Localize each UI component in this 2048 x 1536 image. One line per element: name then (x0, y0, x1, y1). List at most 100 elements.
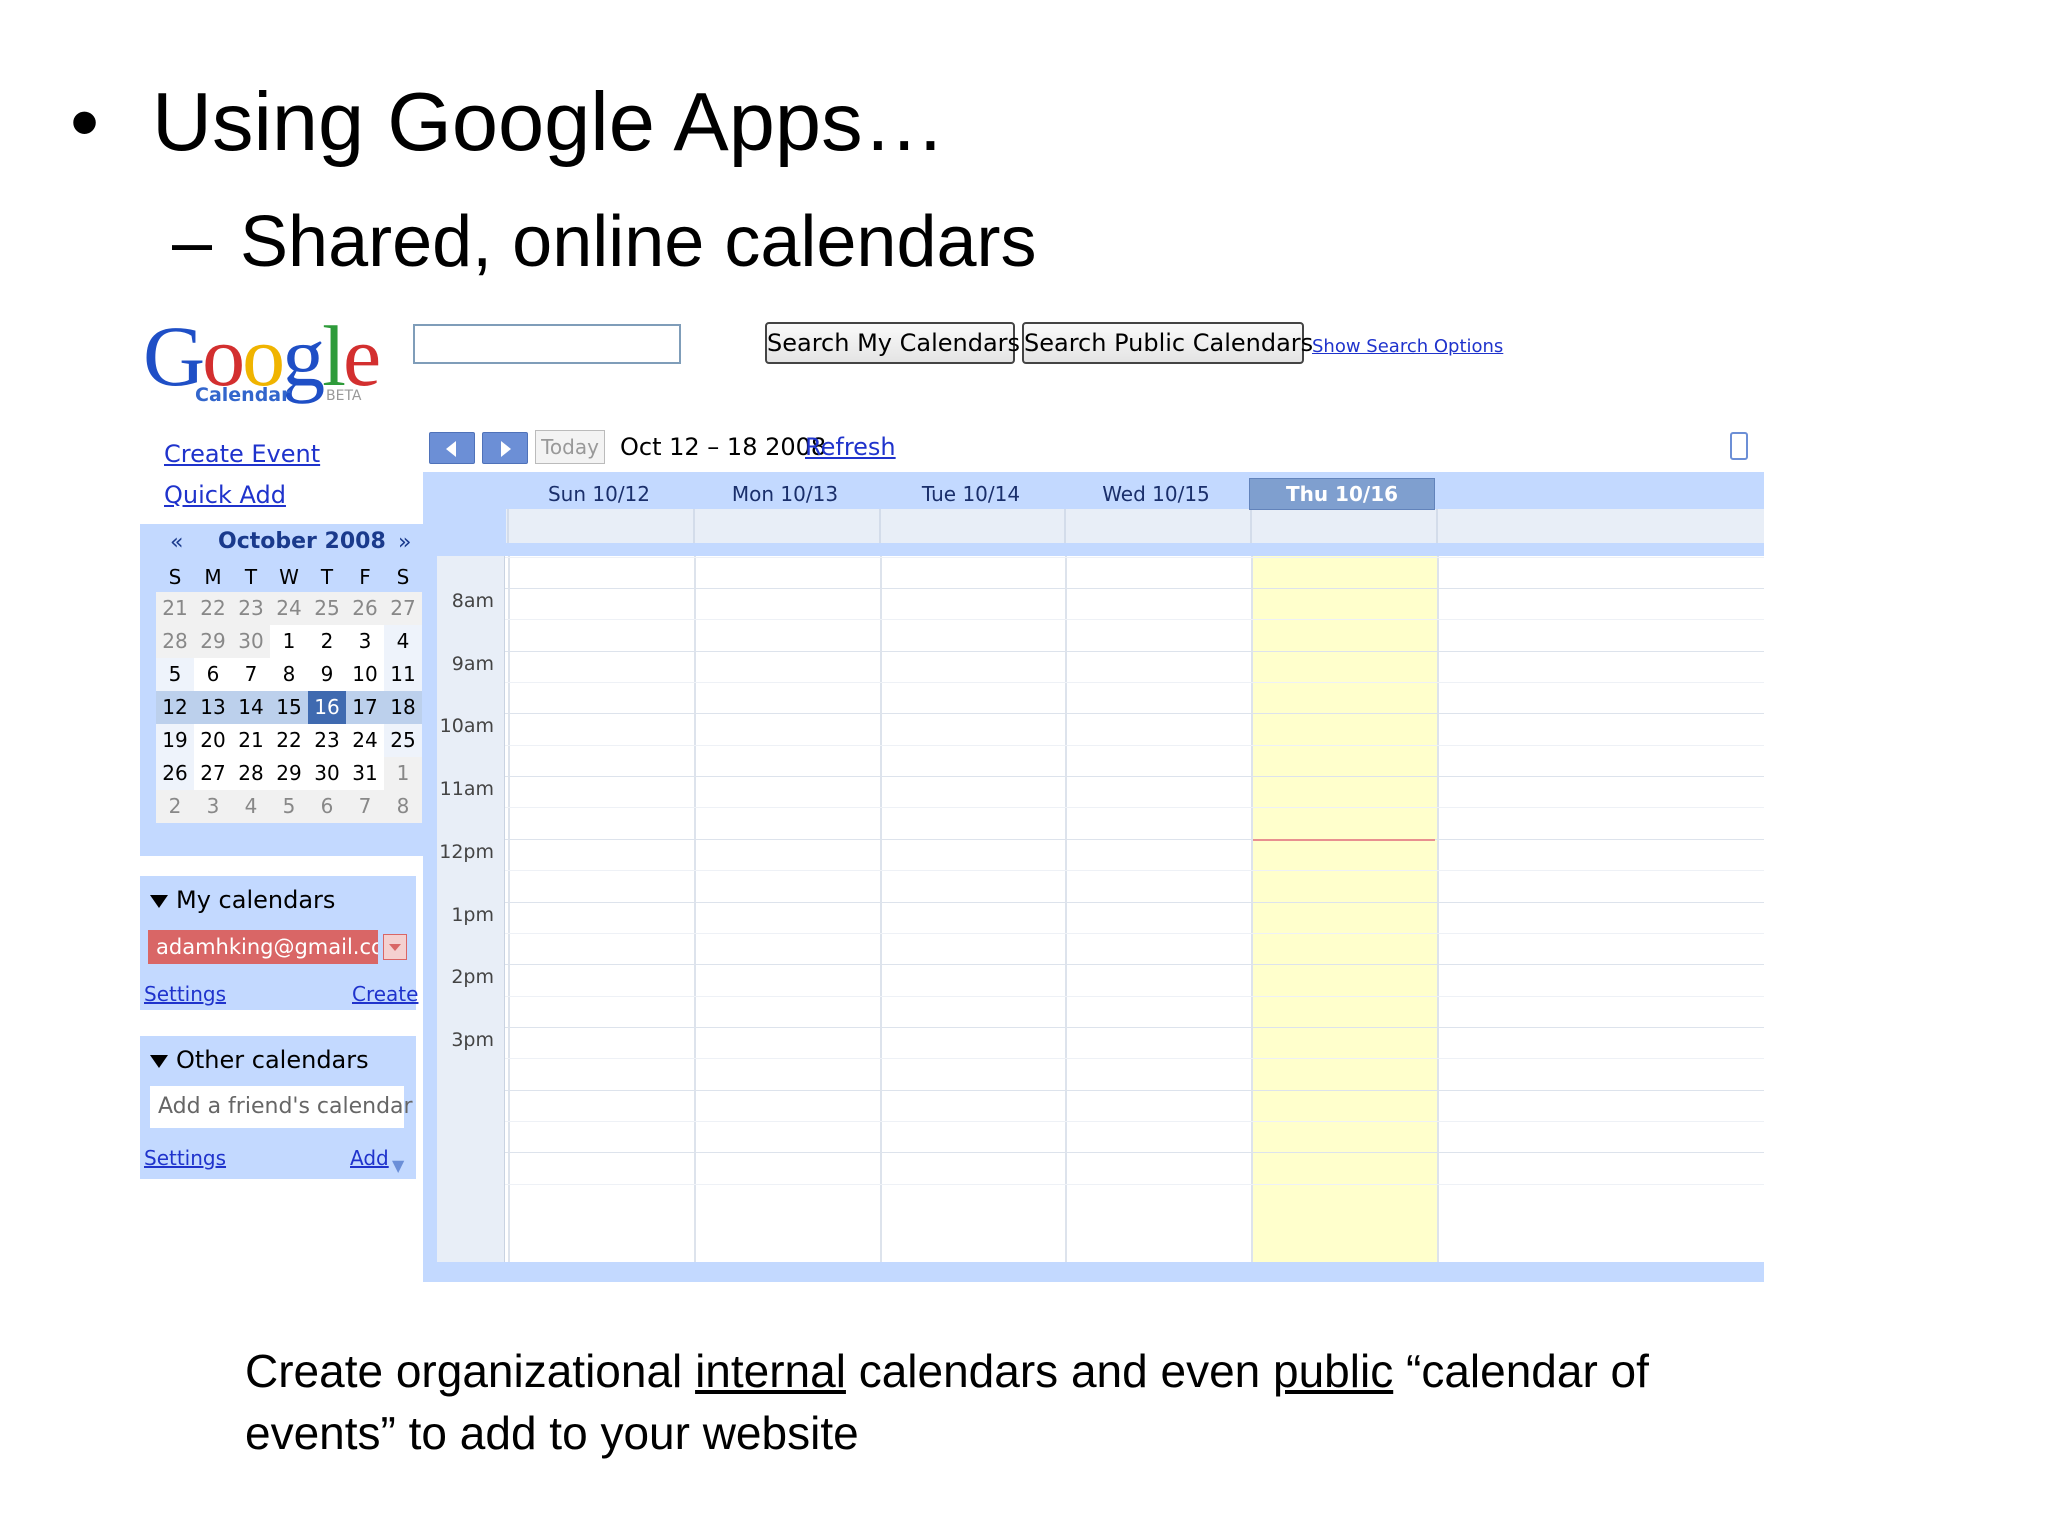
mini-calendar-day[interactable]: 1 (270, 625, 308, 658)
mini-calendar-day[interactable]: 25 (308, 592, 346, 625)
day-header[interactable]: Thu 10/16 (1249, 478, 1435, 510)
mini-calendar-day[interactable]: 20 (194, 724, 232, 757)
google-calendar-logo[interactable]: Google Calendar BETA (143, 308, 383, 422)
mini-calendar-day[interactable]: 18 (384, 691, 422, 724)
mini-calendar-day[interactable]: 19 (156, 724, 194, 757)
mini-calendar-day[interactable]: 26 (156, 757, 194, 790)
mini-calendar-day[interactable]: 11 (384, 658, 422, 691)
mini-calendar-day[interactable]: 22 (270, 724, 308, 757)
mini-calendar-day[interactable]: 30 (308, 757, 346, 790)
mini-calendar-day[interactable]: 7 (232, 658, 270, 691)
day-column[interactable] (694, 556, 880, 1262)
time-label: 1pm (451, 904, 494, 926)
mini-calendar-day[interactable]: 13 (194, 691, 232, 724)
mini-calendar-day[interactable]: 2 (156, 790, 194, 823)
mini-calendar-day[interactable]: 31 (346, 757, 384, 790)
add-friend-calendar-input[interactable]: Add a friend's calendar (150, 1086, 413, 1128)
day-column[interactable] (508, 556, 694, 1262)
all-day-separator (693, 509, 695, 543)
my-calendars-create-link[interactable]: Create (352, 982, 418, 1006)
day-header[interactable]: Tue 10/14 (878, 479, 1064, 509)
logo-calendar-text: Calendar (195, 384, 291, 406)
mini-calendar-day[interactable]: 22 (194, 592, 232, 625)
mini-calendar-day[interactable]: 15 (270, 691, 308, 724)
mini-calendar-day[interactable]: 23 (232, 592, 270, 625)
mini-calendar-day[interactable]: 8 (270, 658, 308, 691)
mini-calendar-day[interactable]: 24 (346, 724, 384, 757)
mini-calendar-day[interactable]: 30 (232, 625, 270, 658)
mini-calendar-day[interactable]: 4 (384, 625, 422, 658)
slide-subtitle: – Shared, online calendars (172, 198, 1037, 286)
mini-calendar-day[interactable]: 29 (270, 757, 308, 790)
day-header[interactable]: Sun 10/12 (506, 479, 692, 509)
mini-calendar-day[interactable]: 4 (232, 790, 270, 823)
calendar-item[interactable]: adamhking@gmail.com (148, 930, 378, 964)
mini-calendar-prev-button[interactable]: « (170, 530, 183, 555)
mini-calendar-day[interactable]: 6 (194, 658, 232, 691)
previous-week-button[interactable] (429, 432, 475, 464)
create-event-link[interactable]: Create Event (164, 440, 320, 468)
show-search-options-link[interactable]: Show Search Options (1312, 336, 1503, 357)
time-column: 8am 9am 10am 11am 12pm 1pm 2pm 3pm (437, 556, 505, 1262)
mini-calendar-day[interactable]: 26 (346, 592, 384, 625)
day-column[interactable] (1437, 556, 1457, 1262)
mini-calendar-day[interactable]: 27 (384, 592, 422, 625)
today-button[interactable]: Today (535, 430, 605, 464)
other-calendars-title: Other calendars (176, 1046, 369, 1074)
mini-calendar-day[interactable]: 21 (156, 592, 194, 625)
quick-add-link[interactable]: Quick Add (164, 481, 286, 509)
mini-calendar-week: 19 20 21 22 23 24 25 (156, 724, 425, 757)
mini-calendar-day[interactable]: 16 (308, 691, 346, 724)
bullet: • (70, 75, 100, 168)
calendar-menu-dropdown-icon[interactable] (383, 934, 407, 960)
mini-calendar-day[interactable]: 3 (194, 790, 232, 823)
mini-calendar-day[interactable]: 12 (156, 691, 194, 724)
mini-calendar-day[interactable]: 6 (308, 790, 346, 823)
date-range: Oct 12 – 18 2008 (620, 433, 827, 461)
hour-line (505, 651, 1764, 652)
mini-calendar-day[interactable]: 29 (194, 625, 232, 658)
mini-calendar-day[interactable]: 27 (194, 757, 232, 790)
mini-calendar-day[interactable]: 3 (346, 625, 384, 658)
mini-calendar-day[interactable]: 5 (270, 790, 308, 823)
my-calendars-settings-link[interactable]: Settings (144, 982, 226, 1006)
refresh-link[interactable]: Refresh (805, 433, 896, 461)
mini-calendar-day[interactable]: 10 (346, 658, 384, 691)
mini-calendar-week: 28 29 30 1 2 3 4 (156, 625, 425, 658)
mini-calendar-day[interactable]: 28 (232, 757, 270, 790)
mini-calendar-day[interactable]: 25 (384, 724, 422, 757)
search-public-calendars-button[interactable]: Search Public Calendars (1022, 322, 1313, 364)
day-column[interactable] (880, 556, 1066, 1262)
other-calendars-add-link[interactable]: Add (350, 1146, 389, 1170)
mini-calendar-day[interactable]: 7 (346, 790, 384, 823)
day-header[interactable]: Wed 10/15 (1063, 479, 1249, 509)
search-input[interactable] (413, 324, 681, 364)
search-my-calendars-button[interactable]: Search My Calendars (765, 322, 1020, 364)
other-calendars-header[interactable]: Other calendars (150, 1046, 369, 1074)
other-calendars-settings-link[interactable]: Settings (144, 1146, 226, 1170)
mini-calendar-day[interactable]: 8 (384, 790, 422, 823)
mini-calendar-day[interactable]: 9 (308, 658, 346, 691)
day-column-today[interactable] (1251, 556, 1437, 1262)
mini-calendar-next-button[interactable]: » (398, 530, 411, 555)
mini-calendar-day[interactable]: 1 (384, 757, 422, 790)
mini-calendar-day[interactable]: 2 (308, 625, 346, 658)
mini-calendar-day[interactable]: 17 (346, 691, 384, 724)
time-label: 10am (439, 715, 494, 737)
next-week-button[interactable] (482, 432, 528, 464)
hour-line (505, 713, 1764, 714)
mini-calendar-day[interactable]: 21 (232, 724, 270, 757)
add-dropdown-icon[interactable]: ▼ (392, 1156, 404, 1175)
all-day-row[interactable] (506, 509, 1764, 543)
day-header[interactable]: Mon 10/13 (692, 479, 878, 509)
mini-calendar-day[interactable]: 14 (232, 691, 270, 724)
mini-calendar-day[interactable]: 5 (156, 658, 194, 691)
time-grid[interactable]: 8am 9am 10am 11am 12pm 1pm 2pm 3pm (437, 556, 1764, 1262)
mini-calendar-day[interactable]: 23 (308, 724, 346, 757)
day-column[interactable] (1065, 556, 1251, 1262)
mini-calendar-day[interactable]: 24 (270, 592, 308, 625)
print-icon[interactable] (1730, 432, 1748, 460)
my-calendars-header[interactable]: My calendars (150, 886, 335, 914)
mini-calendar-day[interactable]: 28 (156, 625, 194, 658)
slide-title-text: Using Google Apps… (152, 75, 946, 168)
